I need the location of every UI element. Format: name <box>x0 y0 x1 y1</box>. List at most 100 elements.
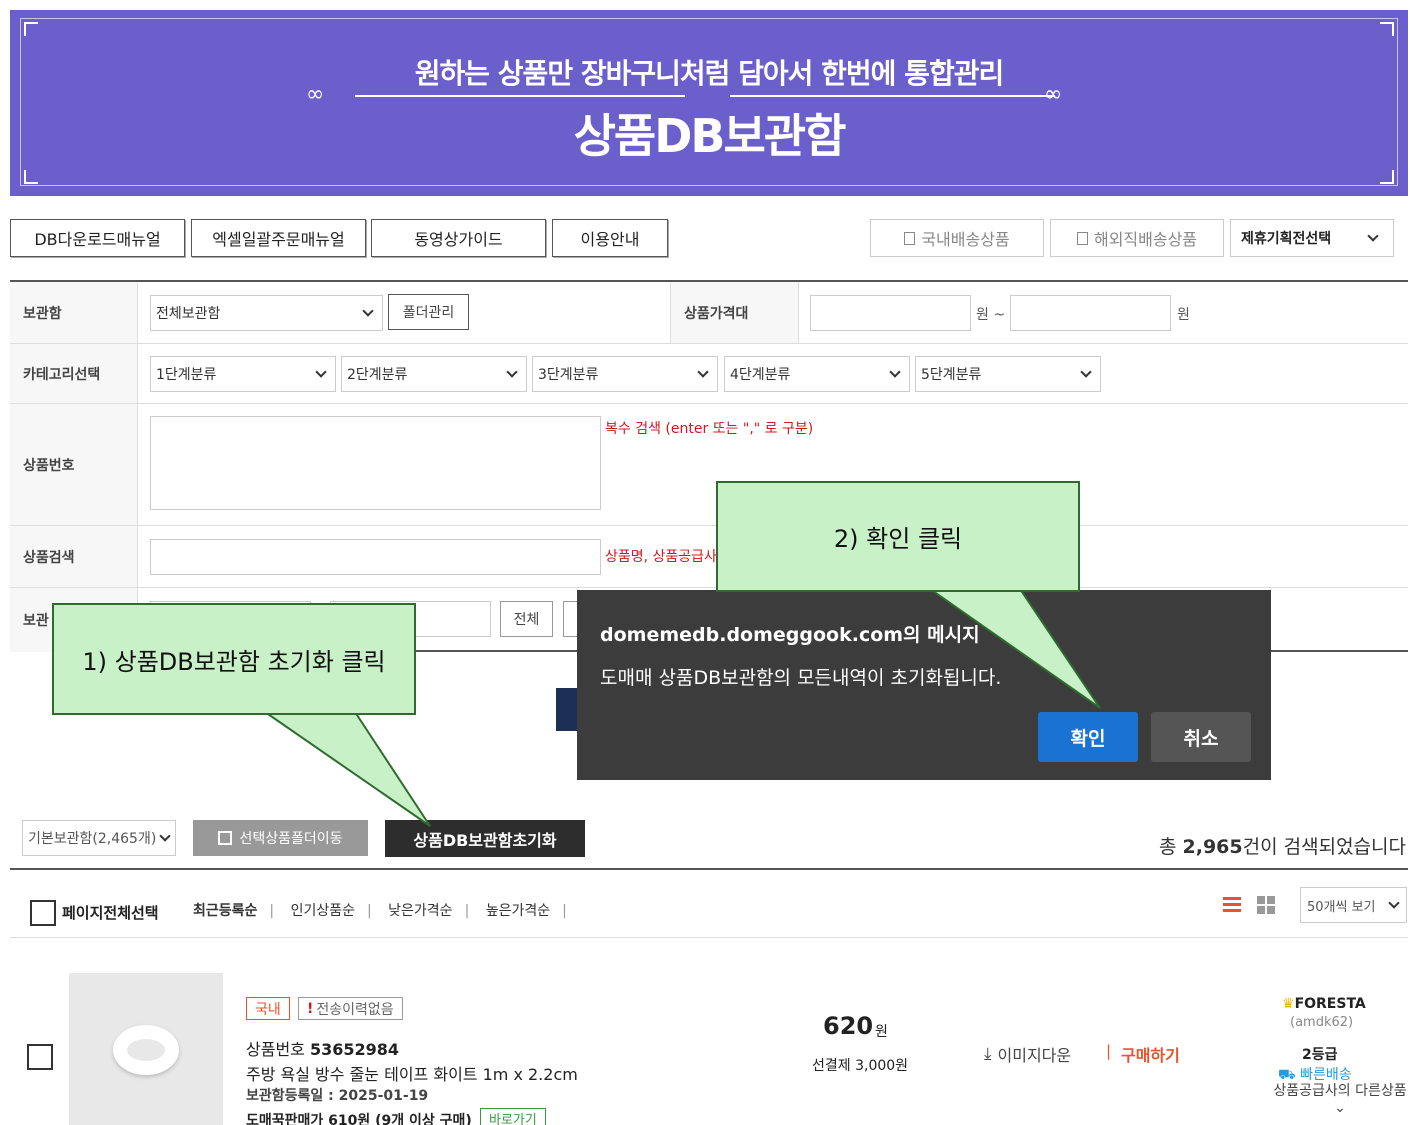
per-page-value: 50개씩 보기 <box>1307 899 1376 915</box>
product-name[interactable]: 주방 욕실 방수 줄눈 테이프 화이트 1m x 2.2cm <box>246 1061 578 1085</box>
go-button[interactable]: 바로가기 <box>480 1108 546 1125</box>
other-products-link[interactable]: 상품공급사의 다른상품 ⌄ <box>1270 1083 1410 1117</box>
exclamation-icon: ! <box>307 1000 314 1017</box>
price-unit: 원 <box>875 1024 888 1040</box>
db-download-manual-button[interactable]: DB다운로드매뉴얼 <box>10 219 185 257</box>
crown-icon: ♛ <box>1282 996 1295 1012</box>
product-number-value: 53652984 <box>309 1040 400 1059</box>
usage-guide-button[interactable]: 이용안내 <box>552 219 668 257</box>
buy-link[interactable]: 구매하기 <box>1121 1042 1180 1066</box>
move-folder-label: 선택상품폴더이동 <box>239 831 343 847</box>
won-tilde-label: 원 ~ <box>976 307 1006 323</box>
dialog-title: domemedb.domeggook.com의 메시지 <box>600 624 980 646</box>
all-period-button[interactable]: 전체 <box>500 601 553 637</box>
overseas-shipping-label: 해외직배송상품 <box>1093 230 1198 249</box>
list-divider <box>10 868 1408 870</box>
document-icon <box>1076 231 1088 245</box>
banner-line <box>355 95 685 97</box>
storage-select[interactable]: 전체보관함 <box>150 295 383 331</box>
domestic-shipping-button[interactable]: 국내배송상품 <box>870 219 1044 257</box>
chevron-down-icon: ⌄ <box>1334 1100 1346 1116</box>
document-icon <box>904 231 916 245</box>
price-min-input[interactable] <box>810 295 971 331</box>
shipping-fee: 선결제 3,000원 <box>812 1058 909 1074</box>
ok-button[interactable]: 확인 <box>1038 712 1138 762</box>
category-5-value: 5단계분류 <box>921 367 982 383</box>
registration-date: 보관함등록일 : 2025-01-19 <box>246 1088 429 1104</box>
category-2-select[interactable]: 2단계분류 <box>341 356 527 392</box>
image-download-link[interactable]: ⤓ 이미지다운 <box>984 1042 1071 1066</box>
other-products-label: 상품공급사의 다른상품 <box>1273 1083 1407 1099</box>
image-download-label: 이미지다운 <box>997 1046 1072 1065</box>
banner-subtitle: 원하는 상품만 장바구니처럼 담아서 한번에 통합관리 <box>414 57 1004 90</box>
chevron-down-icon <box>315 366 327 378</box>
seller-name[interactable]: ♛FORESTA <box>1282 996 1366 1012</box>
list-view-icon[interactable] <box>1223 896 1241 914</box>
chevron-down-icon <box>362 305 374 317</box>
overseas-shipping-button[interactable]: 해외직배송상품 <box>1050 219 1224 257</box>
banner-corner <box>24 22 38 36</box>
chevron-down-icon <box>159 830 171 842</box>
price-range-label: 상품가격대 <box>670 282 799 343</box>
product-search-label: 상품검색 <box>10 526 138 587</box>
per-page-select[interactable]: 50개씩 보기 <box>1300 887 1407 923</box>
store-select-value: 기본보관함(2,465개) <box>28 831 157 847</box>
callout1-tail <box>261 711 431 827</box>
separator: | <box>1106 1042 1112 1060</box>
chevron-down-icon <box>506 366 518 378</box>
storage-row: 보관함 전체보관함 폴더관리 상품가격대 원 ~ 원 <box>10 282 1408 344</box>
seller-name-text: FORESTA <box>1294 996 1366 1012</box>
product-thumbnail[interactable] <box>69 973 223 1125</box>
sort-popular[interactable]: 인기상품순 <box>291 903 355 919</box>
grid-view-icon[interactable] <box>1257 896 1275 914</box>
fast-delivery-label: 빠른배송 <box>1300 1067 1352 1083</box>
product-search-input[interactable] <box>150 539 601 575</box>
cancel-button[interactable]: 취소 <box>1151 712 1251 762</box>
category-4-value: 4단계분류 <box>730 367 791 383</box>
product-number-label: 상품번호 <box>246 1040 305 1059</box>
select-all-checkbox[interactable] <box>30 900 56 926</box>
category-4-select[interactable]: 4단계분류 <box>724 356 910 392</box>
count-suffix: 건이 검색되었습니다 <box>1242 836 1406 858</box>
product-number-row: 상품번호 복수 검색 (enter 또는 "," 로 구분) <box>10 404 1408 526</box>
category-label: 카테고리선택 <box>10 344 138 403</box>
plan-select[interactable]: 제휴기획전선택 <box>1230 219 1394 257</box>
domestic-shipping-label: 국내배송상품 <box>921 230 1010 249</box>
chevron-down-icon <box>1388 897 1400 909</box>
sort-recent[interactable]: 최근등록순 <box>193 903 257 919</box>
tape-roll-image <box>113 1025 179 1075</box>
domestic-badge: 국내 <box>246 997 290 1020</box>
banner-corner <box>1380 22 1394 36</box>
category-5-select[interactable]: 5단계분류 <box>915 356 1101 392</box>
video-guide-button[interactable]: 동영상가이드 <box>371 219 546 257</box>
plan-select-label: 제휴기획전선택 <box>1241 231 1332 247</box>
price-max-input[interactable] <box>1010 295 1171 331</box>
history-badge: ! 전송이력없음 <box>298 997 403 1020</box>
banner-corner <box>1380 170 1394 184</box>
category-row: 카테고리선택 1단계분류 2단계분류 3단계분류 4단계분류 5단계분류 <box>10 344 1408 404</box>
hero-banner: 원하는 상품만 장바구니처럼 담아서 한번에 통합관리 ∞ ∞ 상품DB보관함 <box>10 10 1408 196</box>
dialog-message: 도매매 상품DB보관함의 모든내역이 초기화됩니다. <box>600 667 1002 689</box>
result-count: 총 2,965건이 검색되었습니다 <box>1159 832 1406 859</box>
chevron-down-icon <box>1367 230 1379 242</box>
store-select[interactable]: 기본보관함(2,465개) <box>22 820 176 856</box>
category-3-select[interactable]: 3단계분류 <box>532 356 718 392</box>
category-1-select[interactable]: 1단계분류 <box>150 356 336 392</box>
fast-delivery: ⛟ 빠른배송 <box>1278 1064 1352 1085</box>
category-2-value: 2단계분류 <box>347 367 408 383</box>
product-number-textarea[interactable] <box>150 416 601 510</box>
history-badge-label: 전송이력없음 <box>316 1001 394 1018</box>
product-price: 620 <box>823 1012 874 1040</box>
category-1-value: 1단계분류 <box>156 367 217 383</box>
storage-label: 보관함 <box>10 282 138 343</box>
product-search-row: 상품검색 상품명, 상품공급사 <box>10 526 1408 588</box>
sort-divider <box>10 937 1408 938</box>
seller-grade: 2등급 <box>1302 1047 1338 1063</box>
sort-high-price[interactable]: 높은가격순 <box>486 903 550 919</box>
excel-order-manual-button[interactable]: 엑셀일괄주문매뉴얼 <box>191 219 366 257</box>
folder-manage-button[interactable]: 폴더관리 <box>388 294 469 330</box>
product-checkbox[interactable] <box>27 1044 53 1070</box>
move-folder-button[interactable]: 선택상품폴더이동 <box>193 820 368 856</box>
sort-low-price[interactable]: 낮은가격순 <box>388 903 452 919</box>
reset-storage-button[interactable]: 상품DB보관함초기화 <box>385 820 585 857</box>
